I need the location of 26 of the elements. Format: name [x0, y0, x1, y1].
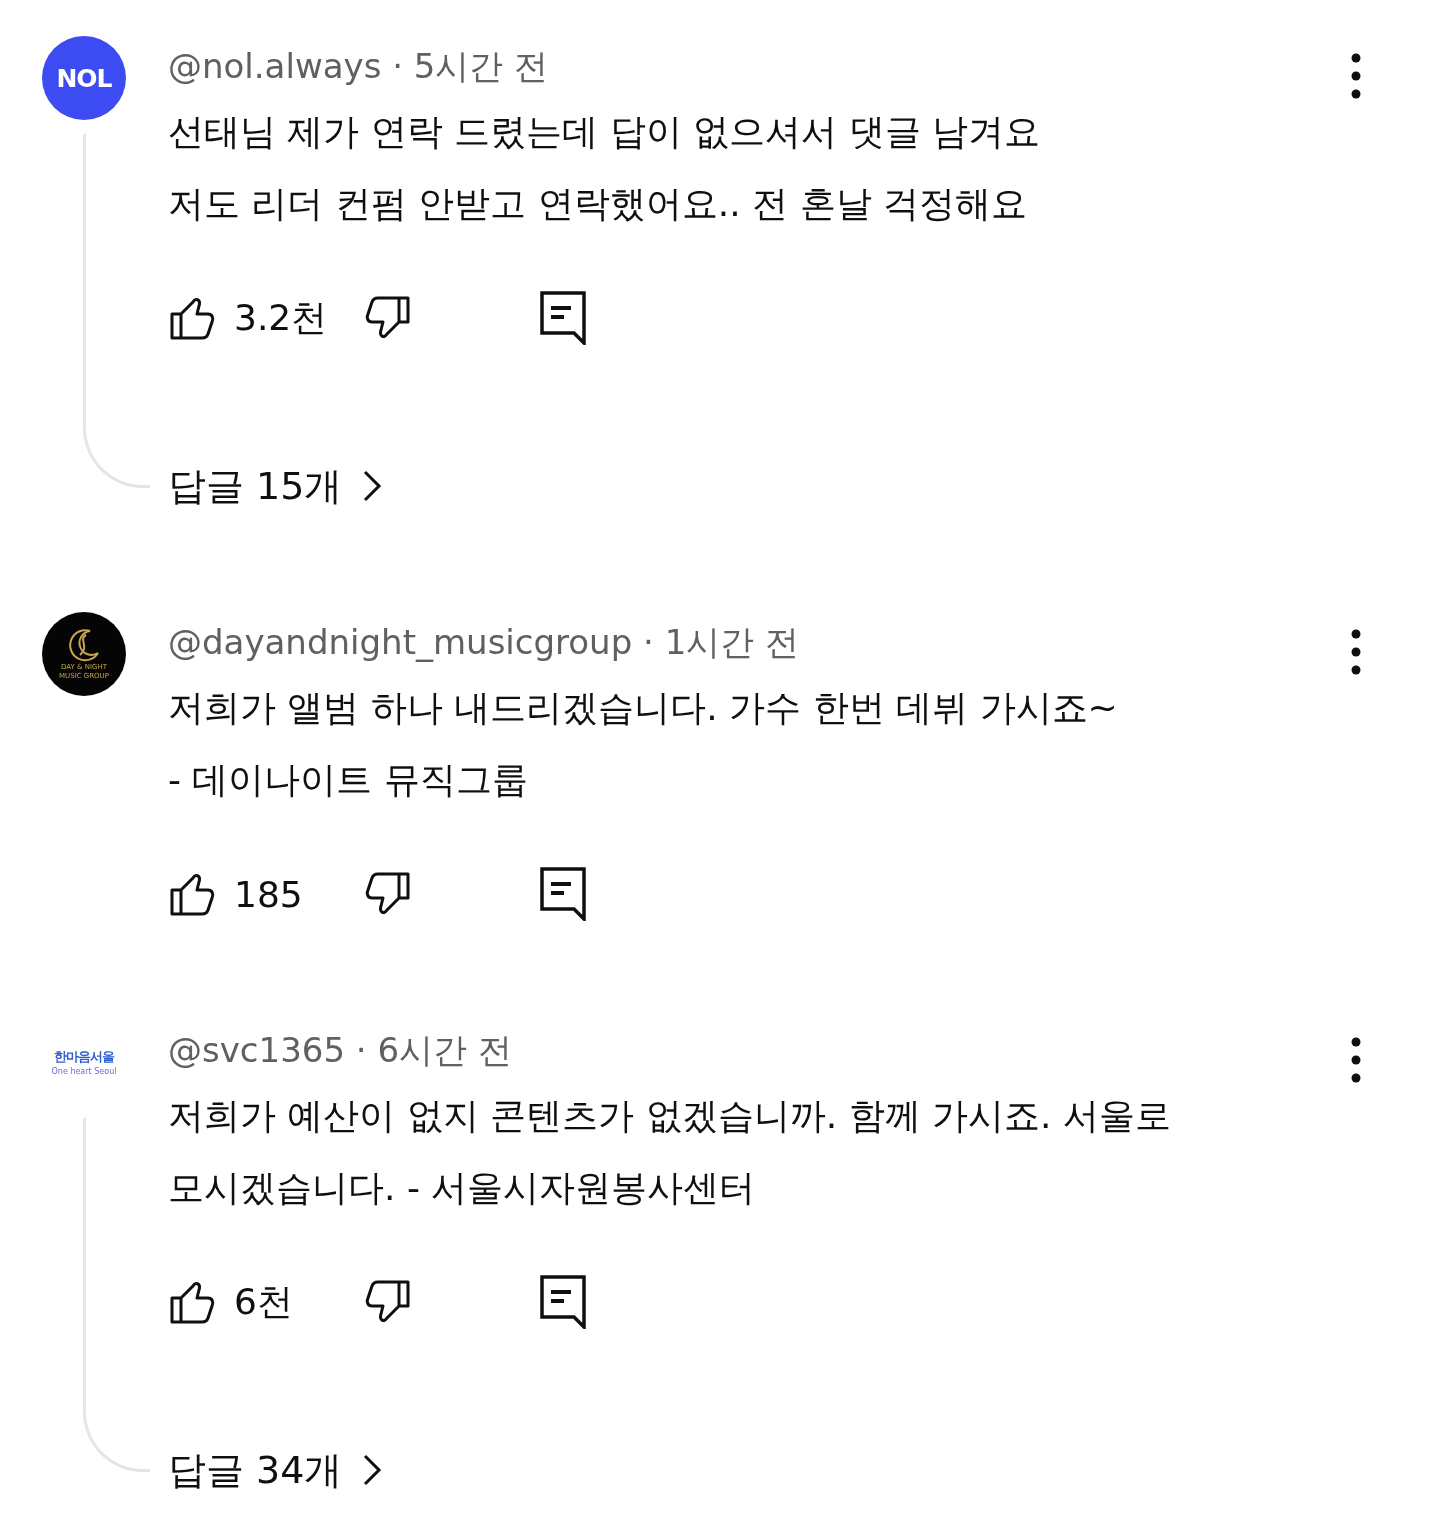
like-button[interactable]: 185	[168, 870, 364, 918]
like-button[interactable]: 6천	[168, 1277, 364, 1327]
comment-text: 저희가 앨범 하나 내드리겠습니다. 가수 한번 데뷔 가시죠~	[168, 686, 1119, 730]
comment-text: 저도 리더 컨펌 안받고 연락했어요.. 전 혼날 걱정해요	[168, 182, 1028, 226]
replies-link[interactable]: 답글 34개	[168, 1440, 383, 1500]
comment-author-time: @dayandnight_musicgroup · 1시간 전	[168, 621, 801, 664]
crescent-icon	[66, 627, 102, 663]
comment-text: - 데이나이트 뮤직그룹	[168, 758, 529, 802]
comment-icon	[540, 867, 586, 921]
logo-subtext: One heart Seoul	[51, 1067, 117, 1076]
chevron-right-icon	[362, 1453, 383, 1487]
like-button[interactable]: 3.2천	[168, 293, 364, 343]
comment-author-time: @svc1365 · 6시간 전	[168, 1029, 513, 1072]
reply-button[interactable]	[540, 291, 586, 345]
comment-text: 선태님 제가 연락 드렸는데 답이 없으셔서 댓글 남겨요	[168, 110, 1042, 154]
comment-icon	[540, 291, 586, 345]
replies-link[interactable]: 답글 15개	[168, 456, 383, 516]
reply-button[interactable]	[540, 867, 586, 921]
chevron-right-icon	[362, 469, 383, 503]
logo-text: 한마음서울	[54, 1048, 114, 1066]
comment-author-time: @nol.always · 5시간 전	[168, 45, 550, 88]
avatar[interactable]: NOL	[42, 36, 126, 120]
comment-text: 저희가 예산이 없지 콘텐츠가 없겠습니까. 함께 가시죠. 서울로	[168, 1094, 1172, 1138]
reply-button[interactable]	[540, 1275, 586, 1329]
comment-icon	[540, 1275, 586, 1329]
comment-text: 모시겠습니다. - 서울시자원봉사센터	[168, 1166, 757, 1210]
